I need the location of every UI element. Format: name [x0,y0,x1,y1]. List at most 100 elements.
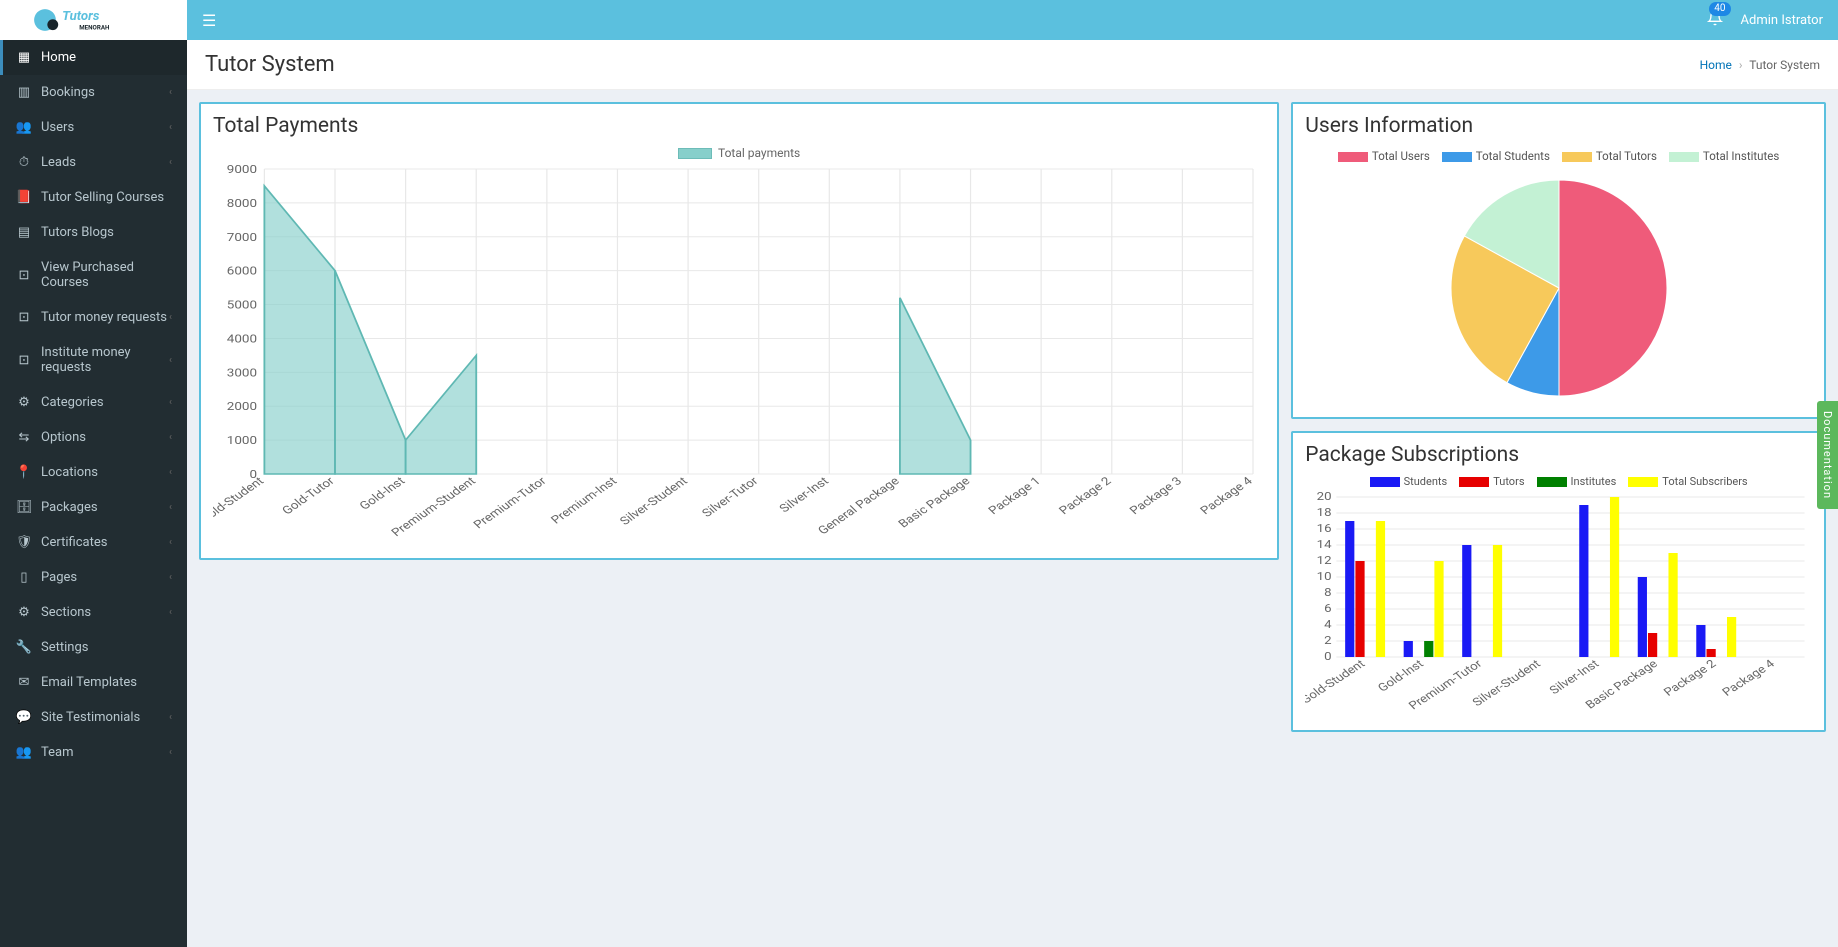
notification-badge: 40 [1709,2,1730,16]
svg-text:Gold-Tutor: Gold-Tutor [280,475,338,518]
svg-text:1000: 1000 [227,435,257,448]
sidebar-item-tutors-blogs[interactable]: ▤Tutors Blogs [0,215,187,250]
svg-text:Silver-Inst: Silver-Inst [1547,657,1602,697]
svg-text:Gold-Student: Gold-Student [213,475,267,525]
cart-icon: ⊡ [15,268,33,283]
sidebar-item-packages[interactable]: 🗄 Packages‹ [0,490,187,525]
money-icon: ⊡ [15,353,33,368]
shield-icon: 🛡 [15,535,33,550]
svg-text:4000: 4000 [227,333,257,346]
archive-icon: 🗄 [15,500,33,515]
sidebar-item-tutor-money-requests[interactable]: ⊡Tutor money requests‹ [0,300,187,335]
sliders-icon: ⇆ [15,430,33,445]
user-menu[interactable]: Admin Istrator [1741,13,1823,28]
sidebar-item-team[interactable]: 👥Team‹ [0,735,187,770]
sidebar-item-label: Email Templates [41,675,172,690]
svg-text:9000: 9000 [227,164,257,177]
sidebar-item-label: Options [41,430,169,445]
chevron-left-icon: ‹ [169,87,172,98]
chevron-left-icon: ‹ [169,122,172,133]
sidebar-menu: ▦Home▥Bookings‹👥Users‹⏱Leads‹📕Tutor Sell… [0,40,187,770]
menu-toggle-icon[interactable]: ☰ [202,11,216,30]
gear-icon: ⚙ [15,605,33,620]
sidebar-item-sections[interactable]: ⚙ Sections‹ [0,595,187,630]
svg-text:Gold-Student: Gold-Student [1305,657,1368,706]
svg-text:Package 2: Package 2 [1057,475,1115,517]
sidebar-item-view-purchased-courses[interactable]: ⊡ View Purchased Courses [0,250,187,300]
sidebar-item-label: Pages [41,570,169,585]
sidebar-item-locations[interactable]: 📍Locations‹ [0,455,187,490]
sidebar-item-home[interactable]: ▦Home [0,40,187,75]
page-title: Tutor System [205,52,335,77]
sidebar-item-label: Tutor money requests [41,310,169,325]
sidebar-item-label: Bookings [41,85,169,100]
svg-text:3000: 3000 [227,367,257,380]
svg-text:Package 3: Package 3 [1127,475,1185,517]
pie-chart-legend: Total UsersTotal StudentsTotal TutorsTot… [1305,146,1812,167]
chevron-left-icon: ‹ [169,607,172,618]
notifications-button[interactable]: 40 [1707,10,1723,30]
mail-icon: ✉ [15,675,33,690]
money-icon: ⊡ [15,310,33,325]
svg-text:6000: 6000 [227,266,257,279]
svg-text:5000: 5000 [227,300,257,313]
svg-text:8: 8 [1324,586,1332,599]
breadcrumb-current: Tutor System [1749,58,1820,72]
sidebar-item-categories[interactable]: ⚙Categories‹ [0,385,187,420]
sidebar-item-site-testimonials[interactable]: 💬 Site Testimonials‹ [0,700,187,735]
svg-text:Silver-Tutor: Silver-Tutor [700,475,762,520]
sidebar-item-label: Users [41,120,169,135]
sidebar-item-label: Packages [41,500,169,515]
comment-icon: 💬 [15,710,33,725]
panel-users-info: Users Information Total UsersTotal Stude… [1291,102,1826,419]
sidebar-item-certificates[interactable]: 🛡 Certificates‹ [0,525,187,560]
file-icon: ▯ [15,570,33,585]
sidebar-item-leads[interactable]: ⏱Leads‹ [0,145,187,180]
chevron-left-icon: ‹ [169,537,172,548]
sidebar-item-label: Team [41,745,169,760]
chevron-left-icon: ‹ [169,397,172,408]
sidebar-item-options[interactable]: ⇆ Options‹ [0,420,187,455]
sidebar-item-bookings[interactable]: ▥Bookings‹ [0,75,187,110]
svg-text:Silver-Student: Silver-Student [618,475,691,528]
sidebar: TutorsMENORAH ▦Home▥Bookings‹👥Users‹⏱Lea… [0,0,187,947]
svg-text:MENORAH: MENORAH [80,23,110,31]
svg-text:14: 14 [1317,538,1332,551]
pin-icon: 📍 [15,465,33,480]
page-header: Tutor System Home › Tutor System [187,40,1838,90]
sidebar-item-tutor-selling-courses[interactable]: 📕Tutor Selling Courses [0,180,187,215]
sidebar-item-pages[interactable]: ▯ Pages‹ [0,560,187,595]
svg-text:8000: 8000 [227,198,257,211]
topbar: ☰ 40 Admin Istrator [187,0,1838,40]
svg-text:Package 4: Package 4 [1720,657,1778,698]
sidebar-item-label: Certificates [41,535,169,550]
svg-text:4: 4 [1324,618,1332,631]
sidebar-item-label: Sections [41,605,169,620]
clock-icon: ⏱ [15,155,33,170]
chevron-left-icon: ‹ [169,355,172,366]
pie-chart [1305,173,1812,403]
chevron-left-icon: ‹ [169,572,172,583]
svg-text:Gold-Inst: Gold-Inst [1375,657,1426,694]
sidebar-item-email-templates[interactable]: ✉ Email Templates [0,665,187,700]
line-chart: 0100020003000400050006000700080009000Gol… [213,164,1265,544]
svg-text:Premium-Tutor: Premium-Tutor [471,475,549,532]
sidebar-item-settings[interactable]: 🔧Settings [0,630,187,665]
sidebar-item-institute-money-requests[interactable]: ⊡ Institute money requests‹ [0,335,187,385]
chevron-left-icon: ‹ [169,712,172,723]
chevron-left-icon: ‹ [169,432,172,443]
sidebar-item-label: Categories [41,395,169,410]
sidebar-item-label: Institute money requests [41,345,169,375]
chevron-left-icon: ‹ [169,502,172,513]
svg-text:18: 18 [1317,506,1332,519]
documentation-tab[interactable]: Documentation [1817,401,1838,509]
sidebar-item-label: Home [41,50,172,65]
sidebar-item-label: Site Testimonials [41,710,169,725]
panel-title: Package Subscriptions [1305,443,1812,467]
breadcrumb-home[interactable]: Home [1700,58,1732,72]
brand-logo[interactable]: TutorsMENORAH [0,0,187,40]
sidebar-item-users[interactable]: 👥Users‹ [0,110,187,145]
sidebar-item-label: View Purchased Courses [41,260,172,290]
svg-text:12: 12 [1317,554,1332,567]
sidebar-item-label: Tutors Blogs [41,225,172,240]
